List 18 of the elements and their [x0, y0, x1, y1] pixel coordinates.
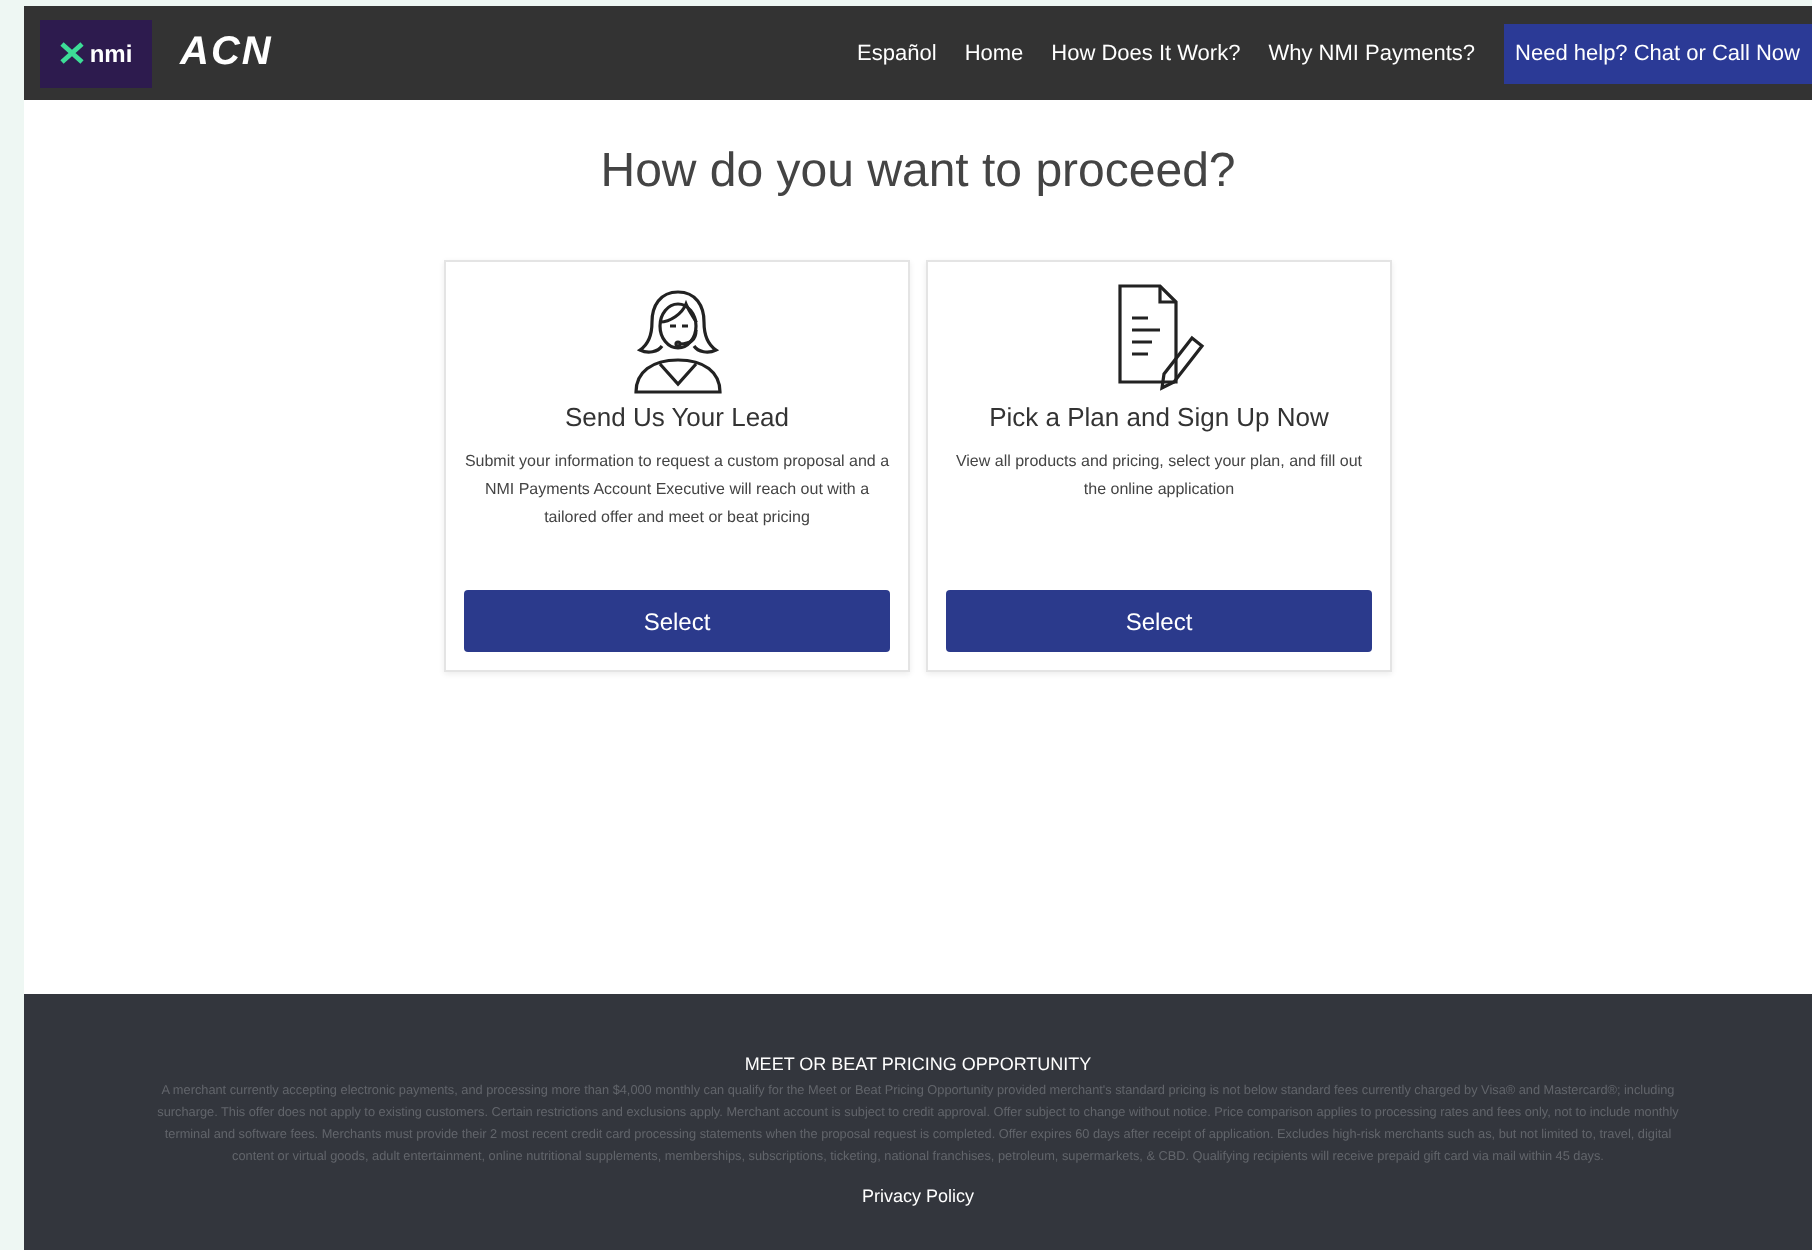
- logo-mark-icon: [59, 42, 84, 64]
- card-title: Pick a Plan and Sign Up Now: [989, 402, 1329, 432]
- help-button[interactable]: Need help? Chat or Call Now: [1503, 23, 1812, 83]
- nmi-logo[interactable]: nmi: [40, 19, 152, 87]
- card-description: View all products and pricing, select your plan, and fill out the online application: [953, 450, 1365, 502]
- footer-title: MEET OR BEAT PRICING OPPORTUNITY: [744, 1054, 1092, 1074]
- acn-logo[interactable]: ACN: [180, 30, 273, 76]
- select-button[interactable]: Select: [946, 590, 1372, 652]
- card-description: Submit your information to request a custom proposal and a NMI Payments Account Executive will reach out with a tailored offer and meet or beat pricing: [464, 450, 890, 530]
- nav-link[interactable]: Why NMI Payments?: [1268, 41, 1476, 65]
- card-title: Send Us Your Lead: [564, 402, 790, 432]
- nav-link[interactable]: How Does It Work?: [1051, 41, 1241, 65]
- nav-link[interactable]: Home: [964, 41, 1024, 65]
- logo-text: nmi: [89, 39, 133, 67]
- page-heading: How do you want to proceed?: [600, 144, 1236, 200]
- privacy-policy-link[interactable]: Privacy Policy: [861, 1186, 974, 1206]
- nav-link[interactable]: Español: [857, 41, 937, 65]
- select-button[interactable]: Select: [464, 590, 890, 652]
